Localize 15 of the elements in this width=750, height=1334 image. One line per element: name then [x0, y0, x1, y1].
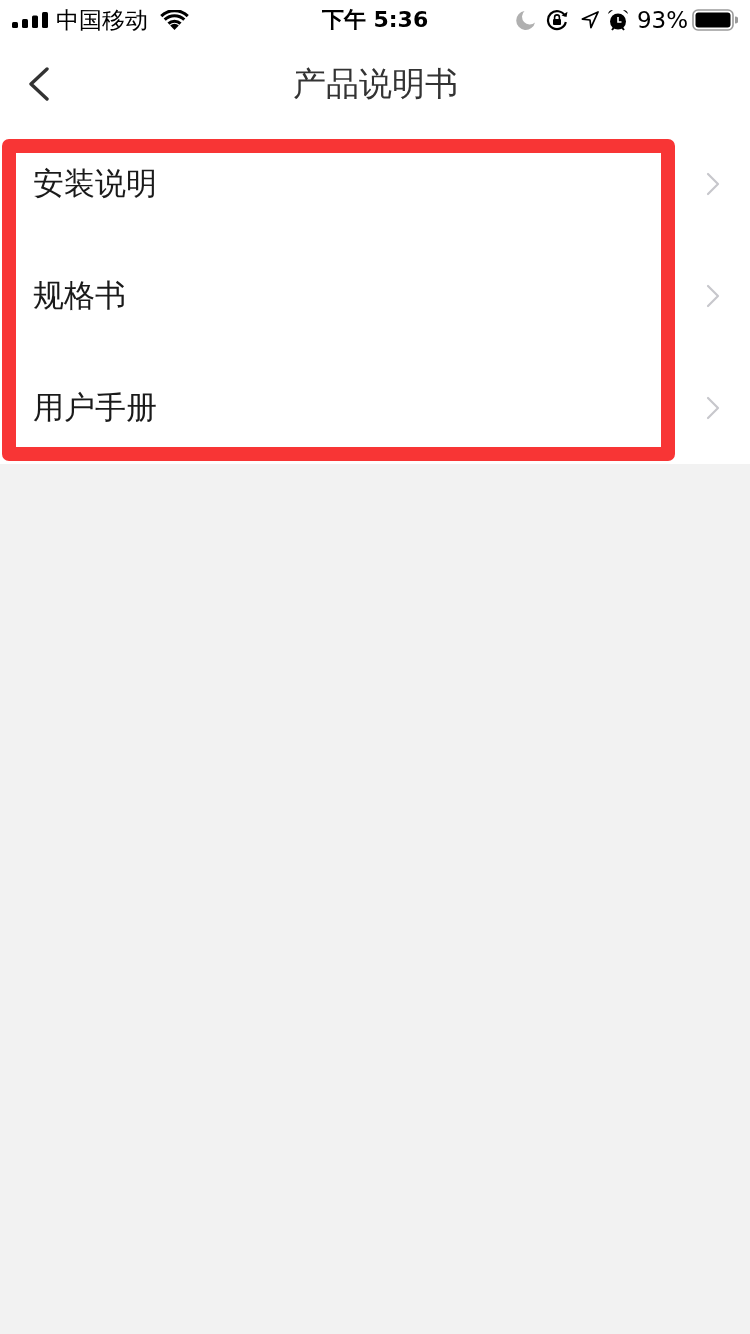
page-title: 产品说明书: [292, 64, 458, 104]
alarm-clock-icon: [606, 9, 629, 31]
battery-icon: [692, 9, 738, 31]
chevron-right-icon: [706, 396, 720, 420]
chevron-right-icon: [706, 284, 720, 308]
rotation-lock-icon: [545, 9, 568, 31]
moon-icon: [515, 10, 535, 30]
battery-percentage: 93%: [636, 8, 688, 32]
back-chevron-icon: [28, 67, 50, 101]
chevron-right-icon: [706, 172, 720, 196]
signal-icon: [12, 12, 48, 28]
status-time: 下午 5:36: [321, 9, 429, 31]
location-arrow-icon: [580, 11, 599, 29]
wifi-icon: [160, 10, 189, 30]
carrier-name: 中国移动: [56, 8, 148, 32]
